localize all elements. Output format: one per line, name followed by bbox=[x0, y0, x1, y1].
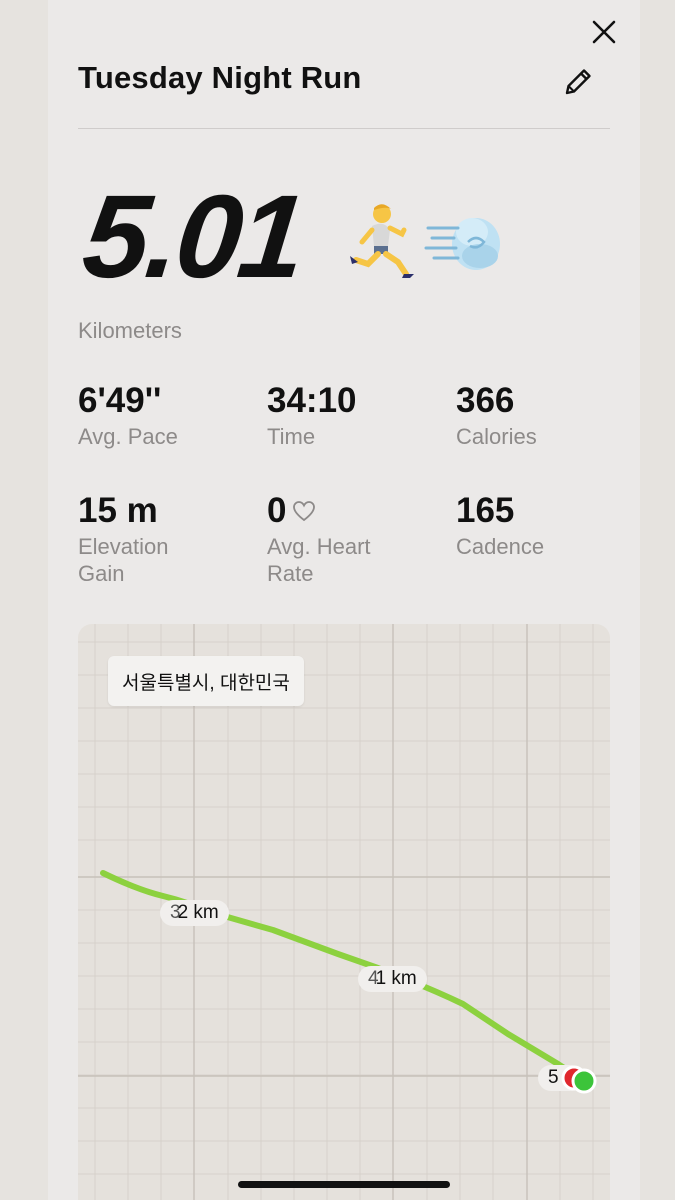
stat-label: Elevation Gain bbox=[78, 533, 169, 586]
runner-emoji bbox=[350, 204, 414, 278]
close-icon bbox=[592, 20, 616, 44]
heart-outline-icon bbox=[293, 501, 316, 522]
close-button[interactable] bbox=[588, 16, 620, 48]
stat-cadence: 165 Cadence bbox=[456, 491, 636, 560]
km-marker-label: 1 km bbox=[375, 968, 417, 989]
km-marker-label: 5 bbox=[548, 1067, 559, 1088]
stat-value: 366 bbox=[456, 381, 515, 420]
stat-label: Avg. Heart Rate bbox=[267, 533, 371, 586]
stat-value: 6'49'' bbox=[78, 381, 162, 420]
start-end-markers bbox=[561, 1065, 597, 1094]
stat-avg-pace: 6'49'' Avg. Pace bbox=[78, 381, 258, 450]
start-marker bbox=[571, 1068, 597, 1094]
stat-time: 34:10 Time bbox=[267, 381, 447, 450]
stat-value: 15 m bbox=[78, 491, 158, 530]
dash-emoji bbox=[424, 218, 500, 270]
stat-avg-heart-rate: 0 Avg. Heart Rate bbox=[267, 491, 447, 587]
stat-value: 34:10 bbox=[267, 381, 357, 420]
stat-label: Time bbox=[267, 423, 316, 449]
stat-label: Cadence bbox=[456, 533, 545, 559]
stat-value-row: 0 bbox=[267, 491, 447, 531]
page-title: Tuesday Night Run bbox=[78, 60, 362, 95]
stat-label: Calories bbox=[456, 423, 537, 449]
km-marker-label: 2 km bbox=[177, 902, 219, 923]
header-divider bbox=[78, 128, 610, 129]
stat-elevation-gain: 15 m Elevation Gain bbox=[78, 491, 258, 587]
location-label: 서울특별시, 대한민국 bbox=[108, 656, 304, 706]
km-marker-2[interactable]: 3 2 km bbox=[160, 900, 229, 926]
stat-calories: 366 Calories bbox=[456, 381, 636, 450]
distance-unit: Kilometers bbox=[78, 318, 182, 343]
stat-label: Avg. Pace bbox=[78, 423, 178, 449]
home-indicator[interactable] bbox=[238, 1181, 450, 1188]
map-grid bbox=[78, 624, 610, 1200]
distance-value: 5.01 bbox=[77, 171, 309, 303]
km-marker-1[interactable]: 4 1 km bbox=[358, 966, 427, 992]
stat-value: 0 bbox=[267, 491, 287, 530]
pencil-icon bbox=[565, 69, 591, 95]
edit-button[interactable] bbox=[558, 62, 598, 102]
route-map[interactable]: 서울특별시, 대한민국 3 2 km 4 1 km 5 bbox=[78, 624, 610, 1200]
stat-value: 165 bbox=[456, 491, 515, 530]
